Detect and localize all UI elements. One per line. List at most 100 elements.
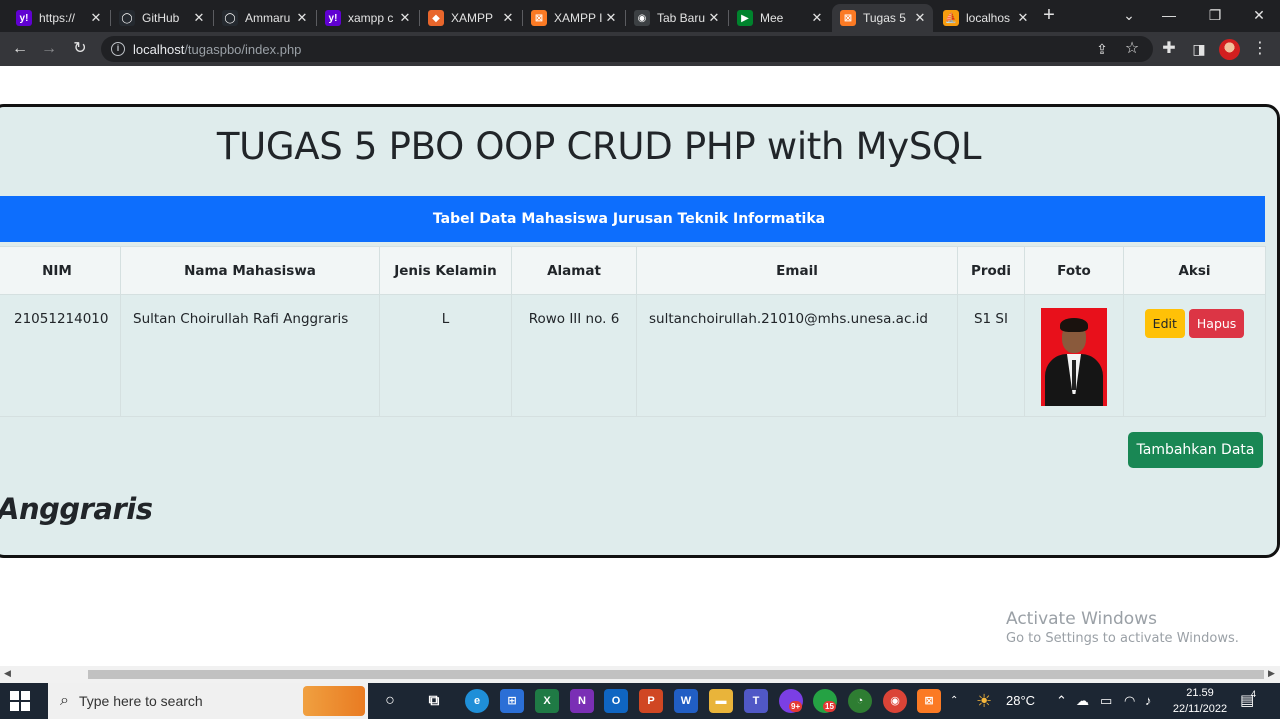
close-tab-icon[interactable]: ✕ (87, 10, 105, 26)
browser-tab[interactable]: ◯ GitHub ✕ (111, 4, 212, 32)
close-tab-icon[interactable]: ✕ (705, 10, 723, 26)
horizontal-scrollbar[interactable]: ◀ ▶ (0, 666, 1280, 683)
table-header-row: NIM Nama Mahasiswa Jenis Kelamin Alamat … (0, 246, 1266, 295)
tab-title: Tugas 5 (863, 11, 906, 25)
close-window-button[interactable]: ✕ (1236, 0, 1280, 32)
close-tab-icon[interactable]: ✕ (396, 10, 414, 26)
discord-icon[interactable]: 9+ (779, 689, 803, 713)
cell-prodi: S1 SI (957, 294, 1025, 417)
reload-icon[interactable]: ↻ (69, 38, 91, 60)
add-data-button[interactable]: Tambahkan Data (1128, 432, 1263, 468)
browser-tab[interactable]: ⛵ localhos ✕ (935, 4, 1036, 32)
browser-tab[interactable]: y! https:// ✕ (8, 4, 109, 32)
close-tab-icon[interactable]: ✕ (602, 10, 620, 26)
outlook-icon[interactable]: O (604, 689, 628, 713)
url-path: /tugaspbo/index.php (184, 41, 302, 57)
browser-tab[interactable]: y! xampp c ✕ (317, 4, 418, 32)
restore-button[interactable]: ❐ (1192, 0, 1238, 32)
column-header-prodi: Prodi (957, 246, 1025, 295)
address-bar[interactable]: i localhost/tugaspbo/index.php (101, 36, 1153, 62)
powerpoint-icon[interactable]: P (639, 689, 663, 713)
tab-title: GitHub (142, 11, 180, 25)
whatsapp-icon[interactable]: 15 (813, 689, 837, 713)
cloud-icon[interactable]: ☁ (1076, 683, 1089, 719)
edge-icon[interactable]: e (465, 689, 489, 713)
tab-title: Mee (760, 11, 784, 25)
browser-tab[interactable]: ◆ XAMPP ✕ (420, 4, 521, 32)
chrome-taskbar-icon[interactable]: ◉ (883, 689, 907, 713)
excel-icon[interactable]: X (535, 689, 559, 713)
delete-button[interactable]: Hapus (1188, 309, 1245, 338)
scrollbar-thumb[interactable] (88, 670, 1264, 679)
close-tab-icon[interactable]: ✕ (190, 10, 208, 26)
store-icon[interactable]: ⊞ (500, 689, 524, 713)
volume-icon[interactable]: ♪ (1145, 683, 1152, 719)
column-header-aksi: Aksi (1123, 246, 1266, 295)
whatsapp-badge: 15 (823, 701, 836, 712)
windows-start-icon[interactable] (10, 691, 30, 711)
task-view-icon[interactable]: ⧉ (422, 689, 446, 713)
weather-temperature[interactable]: 28°C (1006, 683, 1035, 719)
search-highlight-fox-icon (303, 686, 365, 716)
cell-nama: Sultan Choirullah Rafi Anggraris (120, 294, 380, 417)
url-host: localhost (133, 41, 185, 57)
browser-tab[interactable]: ◉ Tab Baru ✕ (626, 4, 727, 32)
taskbar-search-box[interactable]: ⌕ Type here to search (48, 683, 368, 719)
battery-icon[interactable]: ▭ (1100, 683, 1112, 719)
browser-tab[interactable]: ⊠ XAMPP I ✕ (523, 4, 624, 32)
scroll-right-arrow-icon[interactable]: ▶ (1268, 668, 1275, 679)
browser-toolbar: ← → ↻ i localhost/tugaspbo/index.php ⇪ ☆… (0, 32, 1280, 66)
tab-title: localhos (966, 11, 1011, 25)
clock-date: 22/11/2022 (1172, 703, 1228, 715)
notification-icon[interactable]: ▤ 4 (1240, 683, 1256, 719)
close-tab-icon[interactable]: ✕ (499, 10, 517, 26)
drive-icon[interactable]: ◔ (848, 689, 872, 713)
minimize-button[interactable]: — (1146, 0, 1192, 32)
student-photo (1041, 308, 1107, 406)
page-title: TUGAS 5 PBO OOP CRUD PHP with MySQL (216, 125, 982, 168)
close-tab-icon[interactable]: ✕ (911, 10, 929, 26)
close-tab-icon[interactable]: ✕ (1014, 10, 1032, 26)
taskbar-scroll-icon[interactable]: ⌃ (950, 683, 958, 719)
site-info-icon[interactable]: i (111, 42, 125, 56)
column-header-foto: Foto (1024, 246, 1124, 295)
column-header-nim: NIM (0, 246, 121, 295)
extensions-puzzle-icon[interactable]: ✚ (1158, 38, 1180, 60)
close-tab-icon[interactable]: ✕ (808, 10, 826, 26)
watermark-subtitle: Go to Settings to activate Windows. (1006, 631, 1239, 646)
meet-icon: ▶ (737, 10, 753, 26)
side-panel-icon[interactable]: ◨ (1188, 38, 1210, 60)
xampp-taskbar-icon[interactable]: ⊠ (917, 689, 941, 713)
tab-title: xampp c (348, 11, 394, 25)
bookmark-star-icon[interactable]: ☆ (1121, 38, 1143, 60)
edit-button[interactable]: Edit (1144, 309, 1185, 338)
wifi-icon[interactable]: ◠ (1124, 683, 1135, 719)
yahoo-icon: y! (16, 10, 32, 26)
word-icon[interactable]: W (674, 689, 698, 713)
scroll-left-arrow-icon[interactable]: ◀ (4, 668, 11, 679)
browser-tab[interactable]: ▶ Mee ✕ (729, 4, 830, 32)
tab-title: https:// (39, 11, 76, 25)
profile-avatar[interactable] (1219, 39, 1240, 60)
cortana-circle-icon[interactable]: ○ (378, 689, 402, 713)
new-tab-button[interactable]: + (1038, 4, 1060, 26)
column-header-nama: Nama Mahasiswa (120, 246, 380, 295)
taskbar-clock[interactable]: 21.59 22/11/2022 (1170, 685, 1230, 717)
browser-tab[interactable]: ⊠ Tugas 5 ✕ (832, 4, 933, 32)
browser-tab[interactable]: ◯ Ammaru ✕ (214, 4, 315, 32)
taskbar-search-placeholder: Type here to search (78, 693, 203, 709)
onenote-icon[interactable]: N (570, 689, 594, 713)
cell-foto (1024, 294, 1124, 417)
chrome-menu-icon[interactable]: ⋮ (1249, 38, 1271, 60)
crud-card: TUGAS 5 PBO OOP CRUD PHP with MySQL Tabe… (0, 104, 1280, 558)
file-explorer-icon[interactable]: ▬ (709, 689, 733, 713)
forward-arrow-icon[interactable]: → (38, 38, 60, 60)
back-arrow-icon[interactable]: ← (9, 38, 31, 60)
table-caption: Tabel Data Mahasiswa Jurusan Teknik Info… (0, 196, 1265, 242)
weather-sun-icon[interactable]: ☀ (976, 683, 992, 719)
close-tab-icon[interactable]: ✕ (293, 10, 311, 26)
xampp-icon: ⊠ (840, 10, 856, 26)
teams-icon[interactable]: T (744, 689, 768, 713)
share-icon[interactable]: ⇪ (1091, 38, 1113, 60)
show-hidden-icons-icon[interactable]: ⌃ (1056, 683, 1067, 719)
